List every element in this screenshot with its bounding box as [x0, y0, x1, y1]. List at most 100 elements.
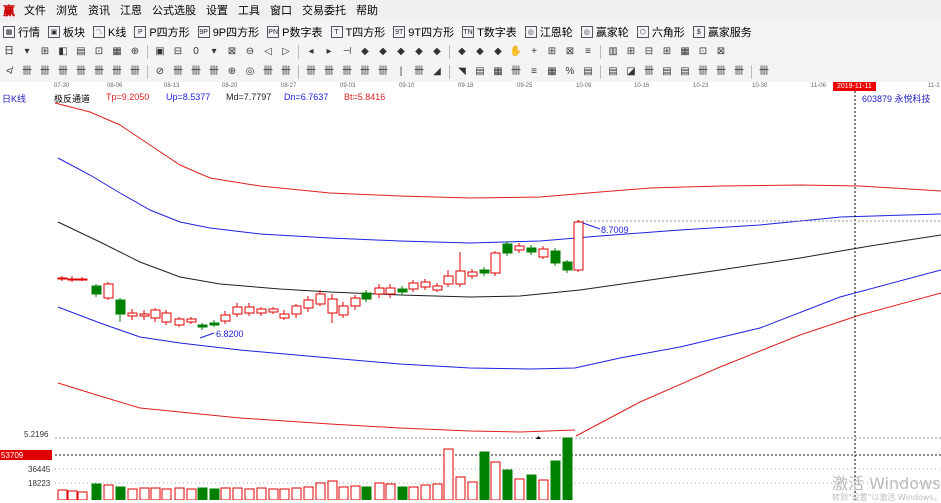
toolbar-button-8[interactable]: TN T数字表 — [459, 22, 522, 42]
chart-tool-icon-28[interactable]: + — [527, 45, 541, 59]
draw-tool-icon-0[interactable]: ≮ — [2, 65, 16, 79]
draw-tool-icon-17[interactable]: 卌 — [322, 65, 336, 79]
draw-tool-icon-3[interactable]: 卌 — [56, 65, 70, 79]
chart-tool-icon-2[interactable]: ⊞ — [38, 45, 52, 59]
chart-tool-icon-27[interactable]: ✋ — [509, 45, 523, 59]
draw-tool-icon-22[interactable]: 卌 — [412, 65, 426, 79]
draw-tool-icon-21[interactable]: | — [394, 65, 408, 79]
draw-tool-icon-12[interactable]: ⊕ — [225, 65, 239, 79]
chart-tool-icon-24[interactable]: ◆ — [455, 45, 469, 59]
draw-tool-icon-27[interactable]: 卌 — [509, 65, 523, 79]
draw-tool-icon-10[interactable]: 卌 — [189, 65, 203, 79]
toolbar-button-12[interactable]: $ 赢家服务 — [690, 22, 757, 42]
chart-tool-icon-31[interactable]: ≡ — [581, 45, 595, 59]
draw-tool-icon-28[interactable]: ≡ — [527, 65, 541, 79]
toolbar-button-0[interactable]: ▦ 行情 — [0, 22, 45, 42]
toolbar-button-10[interactable]: ◎ 赢家轮 — [578, 22, 634, 42]
draw-tool-icon-7[interactable]: 卌 — [128, 65, 142, 79]
menu-item-9[interactable]: 帮助 — [351, 0, 383, 22]
draw-tool-icon-6[interactable]: 卌 — [110, 65, 124, 79]
chart-tool-icon-25[interactable]: ◆ — [473, 45, 487, 59]
draw-tool-icon-29[interactable]: ▦ — [545, 65, 559, 79]
toolbar-button-9[interactable]: ◎ 江恩轮 — [522, 22, 578, 42]
chart-tool-icon-9[interactable]: ⊟ — [171, 45, 185, 59]
chart-area[interactable]: 8.7009 6.8200 5.2196 53709 36445 18223 — [0, 91, 941, 501]
toolbar-button-2[interactable]: 〽 K线 — [90, 22, 131, 42]
chart-tool-icon-29[interactable]: ⊞ — [545, 45, 559, 59]
draw-tool-icon-11[interactable]: 卌 — [207, 65, 221, 79]
draw-tool-icon-19[interactable]: 卌 — [358, 65, 372, 79]
chart-tool-icon-5[interactable]: ⊡ — [92, 45, 106, 59]
draw-tool-icon-35[interactable]: ▤ — [660, 65, 674, 79]
chart-tool-icon-22[interactable]: ◆ — [412, 45, 426, 59]
chart-tool-icon-21[interactable]: ◆ — [394, 45, 408, 59]
kline-chart[interactable]: 8.7009 6.8200 5.2196 53709 36445 18223 — [0, 91, 941, 501]
draw-tool-icon-23[interactable]: ◢ — [430, 65, 444, 79]
draw-tool-icon-13[interactable]: ◎ — [243, 65, 257, 79]
chart-tool-icon-15[interactable]: ▷ — [279, 45, 293, 59]
chart-tool-icon-32[interactable]: ▥ — [606, 45, 620, 59]
toolbar-button-7[interactable]: 9T 9T四方形 — [390, 22, 459, 42]
menu-item-5[interactable]: 设置 — [201, 0, 233, 22]
toolbar-button-6[interactable]: T T四方形 — [328, 22, 391, 42]
menu-item-2[interactable]: 资讯 — [83, 0, 115, 22]
draw-tool-icon-31[interactable]: ▤ — [581, 65, 595, 79]
chart-tool-icon-30[interactable]: ⊠ — [563, 45, 577, 59]
menu-item-8[interactable]: 交易委托 — [297, 0, 351, 22]
draw-tool-icon-5[interactable]: 卌 — [92, 65, 106, 79]
draw-tool-icon-24[interactable]: ◥ — [455, 65, 469, 79]
draw-tool-icon-26[interactable]: ▦ — [491, 65, 505, 79]
chart-tool-icon-38[interactable]: ⊠ — [714, 45, 728, 59]
draw-tool-icon-1[interactable]: 卌 — [20, 65, 34, 79]
chart-tool-icon-4[interactable]: ▤ — [74, 45, 88, 59]
draw-tool-icon-14[interactable]: 卌 — [261, 65, 275, 79]
chart-tool-icon-10[interactable]: 0 — [189, 45, 203, 59]
toolbar-button-11[interactable]: ⬡ 六角形 — [634, 22, 690, 42]
draw-tool-icon-9[interactable]: 卌 — [171, 65, 185, 79]
draw-tool-icon-36[interactable]: ▤ — [678, 65, 692, 79]
menu-item-3[interactable]: 江恩 — [115, 0, 147, 22]
chart-tool-icon-20[interactable]: ◆ — [376, 45, 390, 59]
chart-tool-icon-37[interactable]: ⊡ — [696, 45, 710, 59]
draw-tool-icon-30[interactable]: % — [563, 65, 577, 79]
chart-tool-icon-6[interactable]: ▦ — [110, 45, 124, 59]
draw-tool-icon-16[interactable]: 卌 — [304, 65, 318, 79]
draw-tool-icon-32[interactable]: ▤ — [606, 65, 620, 79]
draw-tool-icon-8[interactable]: ⊘ — [153, 65, 167, 79]
draw-tool-icon-25[interactable]: ▤ — [473, 65, 487, 79]
menu-item-7[interactable]: 窗口 — [265, 0, 297, 22]
draw-tool-icon-4[interactable]: 卌 — [74, 65, 88, 79]
draw-tool-icon-15[interactable]: 卌 — [279, 65, 293, 79]
menu-item-6[interactable]: 工具 — [233, 0, 265, 22]
chart-tool-icon-36[interactable]: ▦ — [678, 45, 692, 59]
chart-tool-icon-17[interactable]: ▸ — [322, 45, 336, 59]
chart-tool-icon-16[interactable]: ◂ — [304, 45, 318, 59]
chart-tool-icon-35[interactable]: ⊞ — [660, 45, 674, 59]
draw-tool-icon-18[interactable]: 卌 — [340, 65, 354, 79]
period-label[interactable]: 日K线 — [2, 92, 26, 105]
chart-tool-icon-3[interactable]: ◧ — [56, 45, 70, 59]
chart-tool-icon-11[interactable]: ▾ — [207, 45, 221, 59]
chart-tool-icon-7[interactable]: ⊕ — [128, 45, 142, 59]
draw-tool-icon-40[interactable]: 卌 — [757, 65, 771, 79]
draw-tool-icon-39[interactable]: 卌 — [732, 65, 746, 79]
toolbar-button-3[interactable]: P P四方形 — [131, 22, 194, 42]
chart-tool-icon-1[interactable]: ▾ — [20, 45, 34, 59]
menu-item-0[interactable]: 文件 — [19, 0, 51, 22]
chart-tool-icon-0[interactable]: 日 — [2, 45, 16, 59]
toolbar-button-1[interactable]: ▣ 板块 — [45, 22, 90, 42]
chart-tool-icon-19[interactable]: ◆ — [358, 45, 372, 59]
chart-tool-icon-13[interactable]: ⊖ — [243, 45, 257, 59]
chart-tool-icon-23[interactable]: ◆ — [430, 45, 444, 59]
draw-tool-icon-38[interactable]: 卌 — [714, 65, 728, 79]
toolbar-button-5[interactable]: PN P数字表 — [264, 22, 327, 42]
toolbar-button-4[interactable]: 9P 9P四方形 — [195, 22, 264, 42]
menu-item-4[interactable]: 公式选股 — [147, 0, 201, 22]
chart-tool-icon-8[interactable]: ▣ — [153, 45, 167, 59]
draw-tool-icon-34[interactable]: 卌 — [642, 65, 656, 79]
chart-tool-icon-34[interactable]: ⊟ — [642, 45, 656, 59]
chart-tool-icon-26[interactable]: ◆ — [491, 45, 505, 59]
chart-tool-icon-12[interactable]: ⊠ — [225, 45, 239, 59]
chart-tool-icon-18[interactable]: ⊣ — [340, 45, 354, 59]
draw-tool-icon-2[interactable]: 卌 — [38, 65, 52, 79]
